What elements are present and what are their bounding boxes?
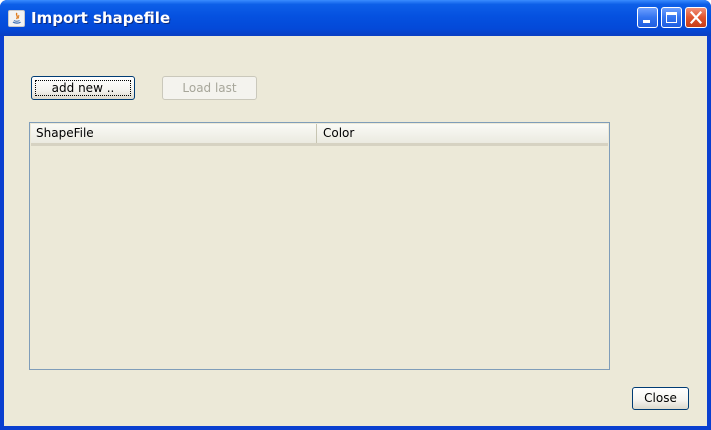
dialog-content: add new .. Load last ShapeFile Color Clo… xyxy=(4,36,707,426)
maximize-button[interactable] xyxy=(661,7,682,28)
add-new-label: add new .. xyxy=(51,81,115,95)
table-header: ShapeFile Color xyxy=(31,124,608,146)
minimize-icon xyxy=(643,20,650,23)
column-header-color[interactable]: Color xyxy=(318,124,608,143)
add-new-button[interactable]: add new .. xyxy=(31,76,135,100)
import-shapefile-window: Import shapefile add new .. Load last Sh… xyxy=(0,0,711,430)
load-last-button[interactable]: Load last xyxy=(162,76,257,100)
window-title: Import shapefile xyxy=(31,9,171,27)
table-body[interactable] xyxy=(31,146,608,368)
java-app-icon[interactable] xyxy=(8,10,25,27)
maximize-icon xyxy=(666,12,677,23)
close-button[interactable]: Close xyxy=(632,387,689,410)
minimize-button[interactable] xyxy=(637,7,658,28)
column-header-shapefile[interactable]: ShapeFile xyxy=(31,124,317,143)
shapefile-table[interactable]: ShapeFile Color xyxy=(29,122,610,370)
close-window-button[interactable] xyxy=(685,7,707,28)
title-bar[interactable]: Import shapefile xyxy=(0,0,711,36)
close-icon xyxy=(689,10,703,25)
